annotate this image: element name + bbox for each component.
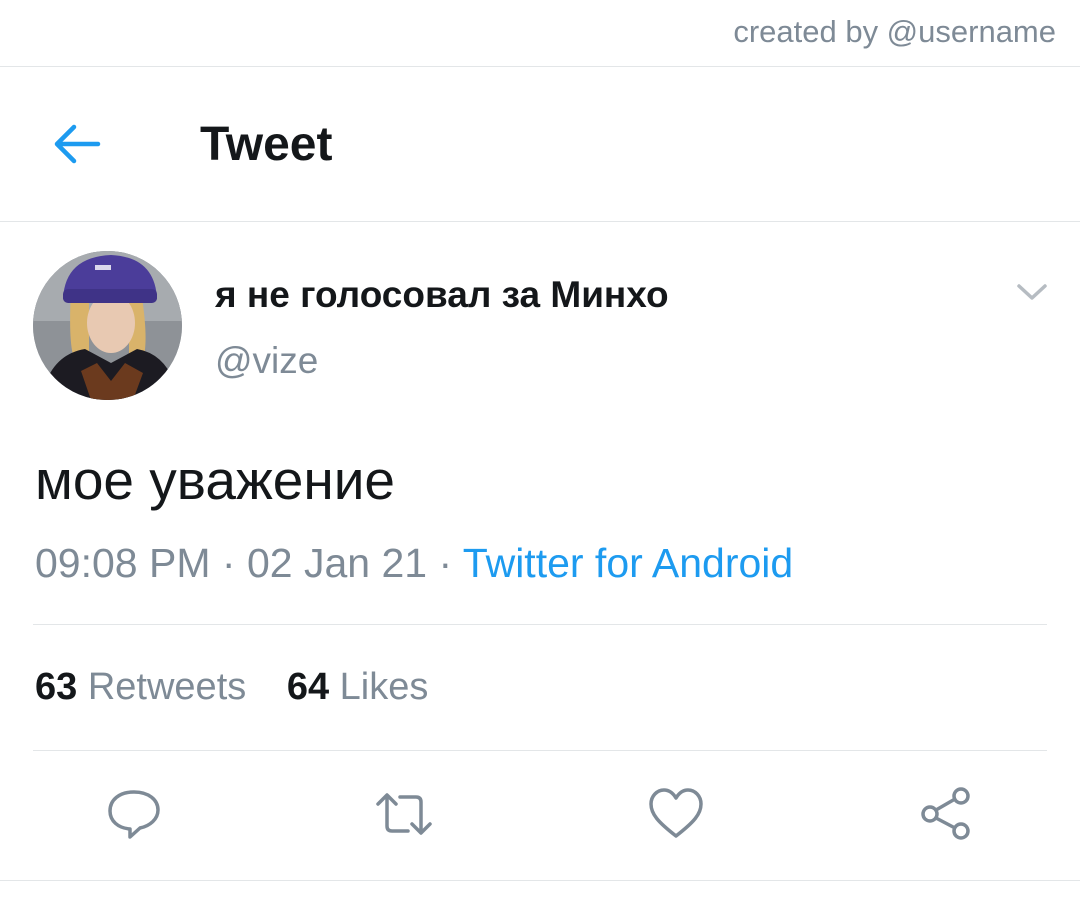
retweet-button[interactable] <box>374 784 434 844</box>
tweet-time: 09:08 PM <box>35 540 211 586</box>
tweet-date: 02 Jan 21 <box>246 540 428 586</box>
tweet-text: мое уважение <box>35 449 396 511</box>
page-title: Tweet <box>200 118 333 171</box>
divider <box>33 624 1047 625</box>
credit-bar: created by @username <box>0 0 1080 67</box>
likes-label: Likes <box>339 666 429 708</box>
tweet-stats: 63 Retweets 64 Likes <box>35 666 458 709</box>
retweets-stat[interactable]: 63 Retweets <box>35 666 246 709</box>
retweet-icon <box>376 793 432 835</box>
avatar[interactable] <box>33 251 182 400</box>
credit-text: created by @username <box>733 14 1056 49</box>
back-button[interactable] <box>46 117 106 171</box>
heart-icon <box>649 788 703 838</box>
tweet-source-link[interactable]: Twitter for Android <box>463 540 793 586</box>
avatar-image <box>33 251 182 400</box>
likes-stat[interactable]: 64 Likes <box>287 666 429 709</box>
arrow-left-icon <box>54 124 101 164</box>
like-button[interactable] <box>646 784 706 844</box>
tweet-meta: 09:08 PM · 02 Jan 21 · Twitter for Andro… <box>35 540 793 587</box>
user-handle[interactable]: @vize <box>215 340 318 382</box>
meta-separator: · <box>438 540 453 586</box>
chevron-down-icon <box>1017 284 1047 300</box>
retweets-label: Retweets <box>87 666 247 708</box>
display-name[interactable]: я не голосовал за Минхо <box>215 274 669 316</box>
likes-count: 64 <box>286 666 330 708</box>
retweets-count: 63 <box>35 666 78 708</box>
meta-separator: · <box>221 540 236 586</box>
more-options-button[interactable] <box>1014 280 1050 304</box>
share-button[interactable] <box>916 784 976 844</box>
divider <box>0 880 1080 881</box>
divider <box>33 750 1047 751</box>
header: Tweet <box>0 67 1080 222</box>
share-icon <box>921 787 970 840</box>
comment-bubble-icon <box>108 790 160 839</box>
reply-button[interactable] <box>104 784 164 844</box>
